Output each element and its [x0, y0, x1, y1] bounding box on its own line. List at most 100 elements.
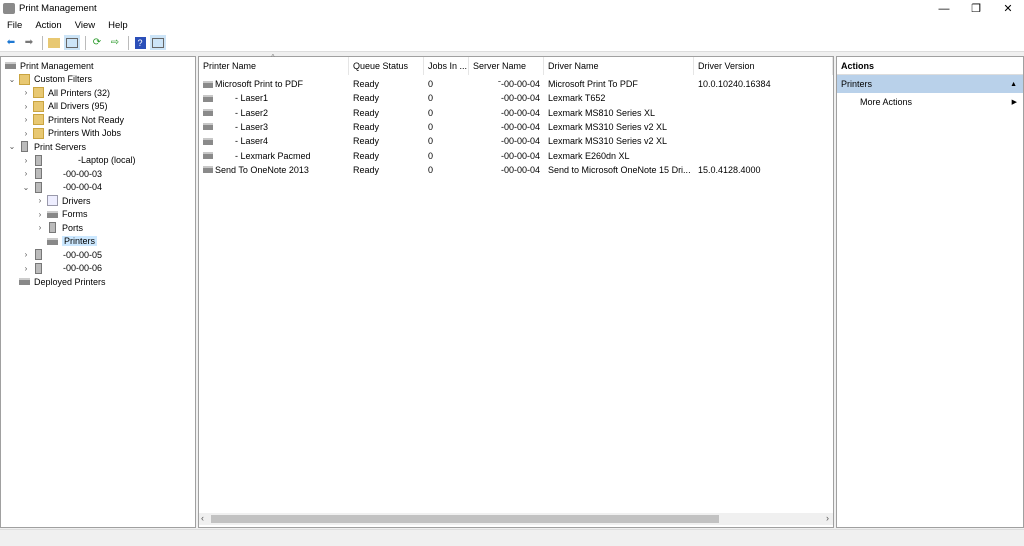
column-header[interactable]: Jobs In ... [424, 57, 469, 75]
menu-view[interactable]: View [75, 20, 95, 31]
cell-text: -00-00-04 [500, 107, 540, 118]
tree-item[interactable]: › -Laptop (local) [21, 154, 136, 167]
ports-icon [49, 222, 56, 233]
server-icon [35, 181, 42, 193]
up-folder-icon[interactable] [46, 35, 62, 50]
table-row[interactable]: - Laser3 Ready 0 -00-00-04 Lexmark MS310 Ser… [199, 120, 833, 134]
toolbar: ⬅ ➡ ⟳ ⇨ ? [0, 34, 1024, 52]
table-cell: - Laser4 [199, 134, 349, 148]
printer-icon [203, 80, 213, 88]
restore-button[interactable]: ❐ [960, 0, 992, 17]
chevron-down-icon[interactable]: ⌄ [7, 142, 17, 151]
tree-item[interactable]: ⌄ -00-00-04 [21, 181, 102, 194]
chevron-right-icon[interactable]: › [21, 250, 31, 259]
folder-icon [19, 73, 30, 85]
cell-text: 0 [428, 121, 434, 132]
help-icon[interactable]: ? [132, 35, 148, 50]
table-cell [694, 91, 833, 105]
menu-action[interactable]: Action [35, 20, 61, 31]
chevron-down-icon[interactable]: ⌄ [7, 75, 17, 84]
scroll-right-icon[interactable]: › [826, 513, 829, 523]
tree-item-label: Forms [62, 209, 88, 219]
tree-item[interactable]: › Printers With Jobs [21, 127, 121, 140]
chevron-right-icon[interactable]: › [21, 88, 31, 97]
table-cell: 0 [424, 120, 469, 134]
chevron-right-icon[interactable]: › [21, 115, 31, 124]
tree-item[interactable]: › Forms [35, 208, 88, 221]
tree-item[interactable]: ⌄ Custom Filters [7, 73, 92, 86]
chevron-right-icon[interactable]: › [21, 264, 31, 273]
window-title: Print Management [19, 3, 97, 14]
actions-section-printers[interactable]: Printers ▲ [837, 75, 1023, 93]
table-row[interactable]: - Laser4 Ready 0 -00-00-04 Lexmark MS310 Ser… [199, 134, 833, 148]
refresh-icon[interactable]: ⟳ [89, 35, 105, 50]
tree-item[interactable]: › -00-00-05 [21, 248, 102, 261]
chevron-right-icon[interactable]: › [21, 102, 31, 111]
tree-item[interactable]: Deployed Printers [7, 275, 106, 288]
forward-icon[interactable]: ➡ [21, 35, 37, 50]
table-cell: - Laser3 [199, 120, 349, 134]
more-actions-item[interactable]: More Actions ▶ [837, 93, 1023, 111]
table-row[interactable]: - Lexmark Pacmed Ready 0 -00-00-04 Lexmark E… [199, 149, 833, 163]
show-hide-tree-icon[interactable] [64, 35, 80, 50]
collapse-icon[interactable]: ▲ [1010, 81, 1017, 88]
cell-text: Lexmark MS310 Series v2 XL [548, 136, 668, 147]
table-cell: - Lexmark Pacmed [199, 149, 349, 163]
minimize-button[interactable]: — [928, 0, 960, 17]
tree-item[interactable]: › -00-00-06 [21, 262, 102, 275]
cell-text: Microsoft Print to PDF [215, 79, 304, 89]
scroll-left-icon[interactable]: ‹ [201, 513, 204, 523]
column-header[interactable]: Server Name [469, 57, 544, 75]
chevron-down-icon[interactable]: ⌄ [21, 183, 31, 192]
table-row[interactable]: - Laser1 Ready 0 -00-00-04 Lexmark T652 [199, 91, 833, 105]
column-header[interactable]: Driver Name [544, 57, 694, 75]
back-icon[interactable]: ⬅ [3, 35, 19, 50]
cell-text: Send to Microsoft OneNote 15 Dri... [548, 164, 691, 175]
tree-item[interactable]: › All Drivers (95) [21, 100, 108, 113]
column-header[interactable]: Queue Status [349, 57, 424, 75]
menu-bar: File Action View Help [0, 17, 1024, 34]
tree-item[interactable]: Print Management [3, 59, 94, 72]
cell-text: - Laser2 [215, 107, 269, 118]
menu-file[interactable]: File [7, 20, 22, 31]
menu-help[interactable]: Help [108, 20, 128, 31]
column-header[interactable]: Driver Version [694, 57, 833, 75]
scrollbar-thumb[interactable] [211, 515, 719, 523]
tree-item-label: -00-00-03 [48, 168, 103, 179]
tree-item[interactable]: Printers [35, 235, 98, 248]
tree-item[interactable]: › Printers Not Ready [21, 113, 124, 126]
table-cell: Send to Microsoft OneNote 15 Dri... [544, 163, 694, 177]
tree-item-label: All Printers (32) [48, 87, 111, 98]
chevron-right-icon[interactable]: › [21, 129, 31, 138]
horizontal-scrollbar[interactable]: ‹ › [199, 513, 833, 525]
tree-item[interactable]: › Ports [35, 221, 83, 234]
cell-text: Ready [353, 93, 380, 104]
printer-icon [5, 62, 16, 69]
chevron-right-icon[interactable]: › [35, 210, 45, 219]
tree-item[interactable]: ⌄ Print Servers [7, 140, 86, 153]
close-button[interactable]: ✕ [992, 0, 1024, 17]
table-row[interactable]: Microsoft Print to PDF Ready 0 ˉ-00-00-04 Mi… [199, 77, 833, 91]
sort-ascending-icon: ^ [271, 53, 275, 62]
table-row[interactable]: - Laser2 Ready 0 -00-00-04 Lexmark MS810 Ser… [199, 106, 833, 120]
cell-text: Ready [353, 121, 380, 132]
chevron-right-icon[interactable]: › [21, 169, 31, 178]
table-row[interactable]: Send To OneNote 2013 Ready 0 -00-00-04 Send … [199, 163, 833, 177]
cell-text: 0 [428, 136, 434, 147]
export-list-icon[interactable]: ⇨ [107, 35, 123, 50]
tree-item-label: Print Management [20, 60, 94, 71]
chevron-right-icon[interactable]: › [21, 156, 31, 165]
cell-text: 10.0.10240.16384 [698, 79, 771, 89]
tree-item[interactable]: › -00-00-03 [21, 167, 102, 180]
drivers-icon [47, 195, 58, 206]
chevron-right-icon[interactable]: › [35, 196, 45, 205]
table-cell: -00-00-04 [469, 106, 544, 120]
table-cell: -00-00-04 [469, 149, 544, 163]
table-cell: Ready [349, 77, 424, 91]
folder-icon [33, 114, 44, 125]
show-hide-action-pane-icon[interactable] [150, 35, 166, 50]
table-cell: Ready [349, 149, 424, 163]
chevron-right-icon[interactable]: › [35, 223, 45, 232]
tree-item[interactable]: › All Printers (32) [21, 86, 110, 99]
tree-item[interactable]: › Drivers [35, 194, 91, 207]
